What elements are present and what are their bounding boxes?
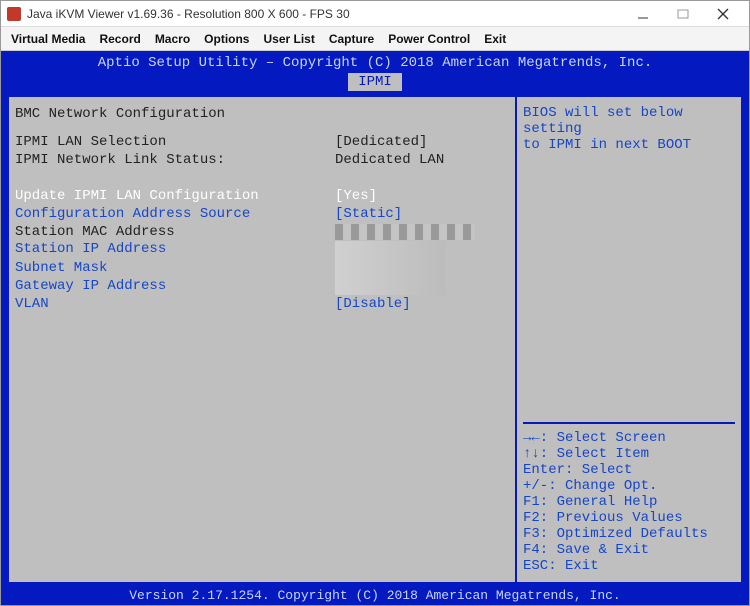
bios-key-legend: →←: Select Screen ↑↓: Select Item Enter:… bbox=[523, 422, 735, 574]
setting-label: IPMI Network Link Status: bbox=[15, 152, 335, 168]
window-title: Java iKVM Viewer v1.69.36 - Resolution 8… bbox=[27, 7, 350, 21]
setting-label: Configuration Address Source bbox=[15, 206, 335, 222]
bios-header: Aptio Setup Utility – Copyright (C) 2018… bbox=[1, 51, 749, 71]
setting-label: Gateway IP Address bbox=[15, 278, 335, 294]
setting-label: IPMI LAN Selection bbox=[15, 134, 335, 150]
bios-panels: BMC Network Configuration IPMI LAN Selec… bbox=[7, 95, 743, 584]
key-select-screen: →←: Select Screen bbox=[523, 430, 735, 446]
setting-update-ipmi-lan[interactable]: Update IPMI LAN Configuration [Yes] bbox=[15, 187, 509, 205]
help-line2: to IPMI in next BOOT bbox=[523, 137, 735, 153]
setting-station-ip[interactable]: Station IP Address bbox=[15, 241, 509, 259]
blank-row bbox=[15, 169, 509, 187]
tab-ipmi[interactable]: IPMI bbox=[348, 73, 402, 91]
setting-value: [Dedicated] bbox=[335, 134, 427, 150]
menu-user-list[interactable]: User List bbox=[263, 32, 314, 46]
setting-value: [Yes] bbox=[335, 188, 377, 204]
bios-right-pane: BIOS will set below setting to IPMI in n… bbox=[517, 97, 741, 582]
redacted-mac bbox=[335, 224, 475, 240]
key-save-exit: F4: Save & Exit bbox=[523, 542, 735, 558]
key-esc-exit: ESC: Exit bbox=[523, 558, 735, 574]
bios-help-text: BIOS will set below setting to IPMI in n… bbox=[523, 105, 735, 153]
section-title-text: BMC Network Configuration bbox=[15, 106, 225, 122]
bios-footer: Version 2.17.1254. Copyright (C) 2018 Am… bbox=[1, 586, 749, 605]
bios-tab-row: IPMI bbox=[1, 73, 749, 91]
maximize-button[interactable] bbox=[663, 1, 703, 27]
java-icon bbox=[7, 7, 21, 21]
close-button[interactable] bbox=[703, 1, 743, 27]
setting-station-mac: Station MAC Address bbox=[15, 223, 509, 241]
ikvm-window: Java iKVM Viewer v1.69.36 - Resolution 8… bbox=[0, 0, 750, 606]
key-select-item: ↑↓: Select Item bbox=[523, 446, 735, 462]
key-change-opt: +/-: Change Opt. bbox=[523, 478, 735, 494]
app-menubar: Virtual Media Record Macro Options User … bbox=[1, 27, 749, 51]
menu-options[interactable]: Options bbox=[204, 32, 249, 46]
key-previous-values: F2: Previous Values bbox=[523, 510, 735, 526]
section-title: BMC Network Configuration bbox=[15, 105, 509, 123]
key-general-help: F1: General Help bbox=[523, 494, 735, 510]
setting-vlan[interactable]: VLAN [Disable] bbox=[15, 295, 509, 313]
setting-ipmi-link-status: IPMI Network Link Status: Dedicated LAN bbox=[15, 151, 509, 169]
minimize-button[interactable] bbox=[623, 1, 663, 27]
setting-label: Update IPMI LAN Configuration bbox=[15, 188, 335, 204]
help-line1: BIOS will set below setting bbox=[523, 105, 735, 137]
key-optimized-defaults: F3: Optimized Defaults bbox=[523, 526, 735, 542]
bios-screen: Aptio Setup Utility – Copyright (C) 2018… bbox=[1, 51, 749, 605]
menu-macro[interactable]: Macro bbox=[155, 32, 190, 46]
setting-ipmi-lan-selection[interactable]: IPMI LAN Selection [Dedicated] bbox=[15, 133, 509, 151]
setting-config-addr-source[interactable]: Configuration Address Source [Static] bbox=[15, 205, 509, 223]
menu-capture[interactable]: Capture bbox=[329, 32, 374, 46]
redacted-block bbox=[335, 241, 445, 295]
window-titlebar: Java iKVM Viewer v1.69.36 - Resolution 8… bbox=[1, 1, 749, 27]
bios-left-pane[interactable]: BMC Network Configuration IPMI LAN Selec… bbox=[9, 97, 517, 582]
setting-label: Subnet Mask bbox=[15, 260, 335, 276]
setting-value: [Static] bbox=[335, 206, 402, 222]
setting-label: Station IP Address bbox=[15, 241, 335, 257]
setting-label: Station MAC Address bbox=[15, 224, 335, 240]
setting-value: [Disable] bbox=[335, 296, 411, 312]
menu-exit[interactable]: Exit bbox=[484, 32, 506, 46]
setting-label: VLAN bbox=[15, 296, 335, 312]
setting-value: Dedicated LAN bbox=[335, 152, 444, 168]
menu-power-control[interactable]: Power Control bbox=[388, 32, 470, 46]
menu-record[interactable]: Record bbox=[99, 32, 140, 46]
menu-virtual-media[interactable]: Virtual Media bbox=[11, 32, 85, 46]
key-enter: Enter: Select bbox=[523, 462, 735, 478]
